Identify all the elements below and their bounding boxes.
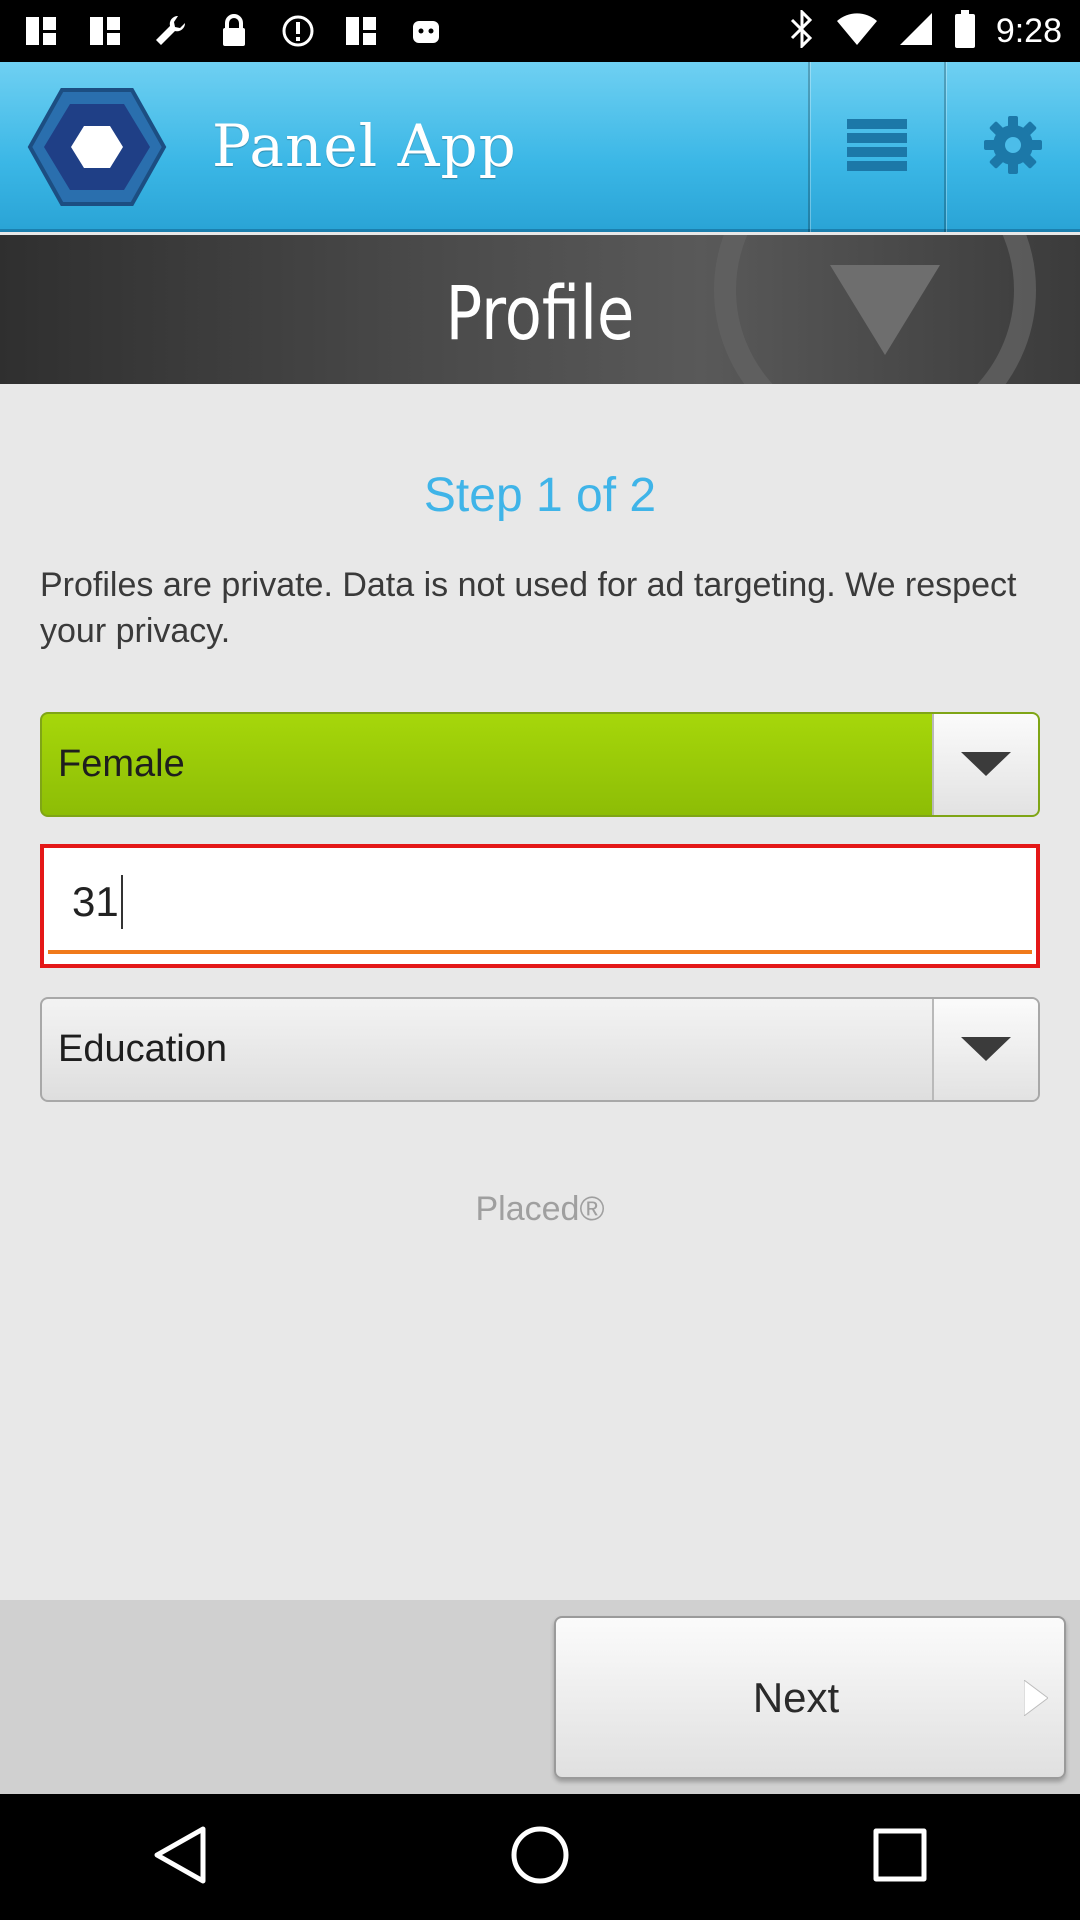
signal-icon	[898, 11, 934, 52]
settings-button[interactable]	[946, 62, 1080, 232]
age-input-value: 31	[72, 874, 123, 929]
menu-icon	[847, 118, 907, 176]
back-button[interactable]	[120, 1817, 240, 1897]
age-input-underline: 31	[48, 852, 1032, 954]
chevron-down-icon	[932, 999, 1038, 1100]
home-icon	[510, 1825, 570, 1890]
privacy-notice: Profiles are private. Data is not used f…	[40, 566, 1017, 650]
page-title: Profile	[445, 271, 635, 357]
next-button-label: Next	[752, 1674, 840, 1721]
wifi-icon	[836, 11, 878, 52]
notification-icon	[342, 11, 382, 51]
notification-icon	[22, 11, 62, 51]
wrench-icon	[150, 11, 190, 51]
android-icon	[406, 11, 446, 51]
education-dropdown[interactable]: Education	[40, 997, 1040, 1102]
status-system: 9:28	[788, 7, 1062, 53]
notification-icon	[86, 11, 126, 51]
lock-icon	[214, 11, 254, 51]
back-icon	[153, 1825, 207, 1890]
gender-dropdown-value: Female	[58, 743, 185, 785]
next-button[interactable]: Next	[554, 1616, 1066, 1779]
step-indicator: Step 1 of 2	[423, 469, 657, 522]
alert-icon	[278, 11, 318, 51]
gear-icon	[984, 115, 1042, 179]
chevron-down-icon	[932, 714, 1038, 815]
recents-button[interactable]	[840, 1817, 960, 1897]
app-bar: Panel App	[0, 62, 1080, 232]
profile-header: Profile	[0, 235, 1080, 384]
brand-footer: Placed®	[475, 1190, 605, 1228]
app-title: Panel App	[212, 112, 517, 180]
bottom-bar: Next	[0, 1600, 1080, 1794]
navigation-bar	[0, 1794, 1080, 1920]
text-cursor	[120, 874, 123, 929]
menu-button[interactable]	[810, 62, 944, 232]
battery-icon	[954, 9, 976, 53]
gender-dropdown[interactable]: Female	[40, 712, 1040, 817]
play-arrow-icon	[1023, 1679, 1049, 1721]
recents-icon	[872, 1827, 928, 1888]
bluetooth-icon	[788, 7, 816, 53]
education-dropdown-value: Education	[58, 1028, 228, 1070]
status-time: 9:28	[995, 11, 1062, 50]
home-button[interactable]	[480, 1817, 600, 1897]
age-input[interactable]: 31	[40, 844, 1040, 968]
status-bar: 9:28	[0, 0, 1080, 62]
hexagon-logo	[22, 82, 172, 212]
status-notifications	[22, 10, 446, 52]
